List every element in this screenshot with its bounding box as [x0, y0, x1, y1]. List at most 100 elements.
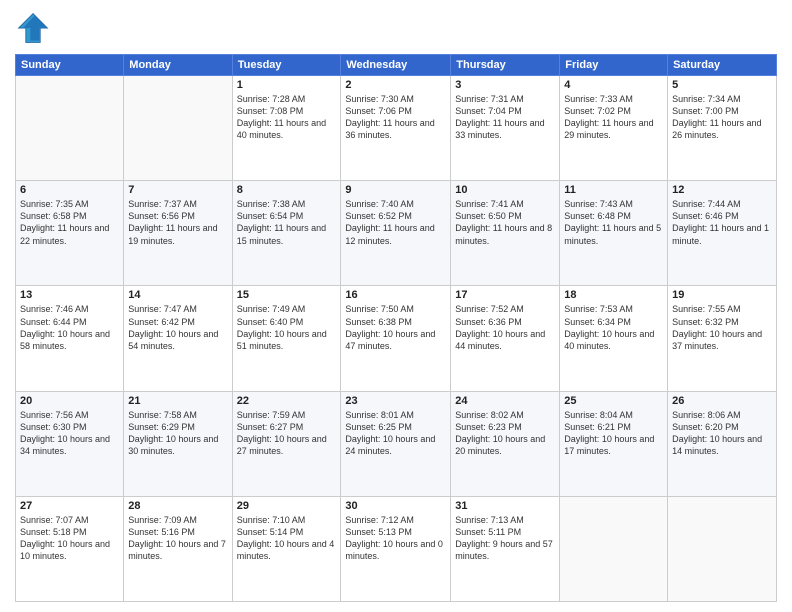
day-number: 11 [564, 184, 663, 196]
day-content: Daylight: 9 hours and 57 minutes. [455, 538, 555, 562]
day-number: 25 [564, 395, 663, 407]
day-content: Sunset: 7:08 PM [237, 105, 337, 117]
day-content: Daylight: 10 hours and 10 minutes. [20, 538, 119, 562]
day-content: Sunset: 6:58 PM [20, 210, 119, 222]
day-content: Sunset: 6:34 PM [564, 316, 663, 328]
day-cell: 17Sunrise: 7:52 AMSunset: 6:36 PMDayligh… [451, 286, 560, 391]
day-content: Daylight: 10 hours and 58 minutes. [20, 328, 119, 352]
day-number: 1 [237, 79, 337, 91]
day-number: 31 [455, 500, 555, 512]
day-content: Daylight: 11 hours and 36 minutes. [345, 117, 446, 141]
day-content: Daylight: 10 hours and 37 minutes. [672, 328, 772, 352]
day-content: Sunrise: 7:28 AM [237, 93, 337, 105]
day-content: Sunrise: 7:43 AM [564, 198, 663, 210]
day-cell: 25Sunrise: 8:04 AMSunset: 6:21 PMDayligh… [560, 391, 668, 496]
day-content: Daylight: 10 hours and 14 minutes. [672, 433, 772, 457]
day-content: Sunset: 6:48 PM [564, 210, 663, 222]
day-content: Sunrise: 7:53 AM [564, 303, 663, 315]
day-content: Sunset: 6:54 PM [237, 210, 337, 222]
day-cell: 31Sunrise: 7:13 AMSunset: 5:11 PMDayligh… [451, 496, 560, 601]
week-row-1: 1 Sunrise: 7:28 AMSunset: 7:08 PM Daylight… [16, 76, 777, 181]
day-cell: 29Sunrise: 7:10 AMSunset: 5:14 PMDayligh… [232, 496, 341, 601]
day-number: 7 [128, 184, 227, 196]
day-content: Sunset: 5:14 PM [237, 526, 337, 538]
col-header-friday: Friday [560, 55, 668, 76]
day-content: Sunset: 5:16 PM [128, 526, 227, 538]
day-content: Sunrise: 7:52 AM [455, 303, 555, 315]
day-content: Sunset: 7:06 PM [345, 105, 446, 117]
day-content: Sunset: 7:04 PM [455, 105, 555, 117]
day-number: 12 [672, 184, 772, 196]
day-content: Daylight: 11 hours and 5 minutes. [564, 222, 663, 246]
col-header-monday: Monday [124, 55, 232, 76]
day-cell: 22Sunrise: 7:59 AMSunset: 6:27 PMDayligh… [232, 391, 341, 496]
day-content: Daylight: 11 hours and 15 minutes. [237, 222, 337, 246]
col-header-wednesday: Wednesday [341, 55, 451, 76]
day-content: Sunrise: 8:06 AM [672, 409, 772, 421]
day-content: Sunrise: 8:01 AM [345, 409, 446, 421]
day-number: 6 [20, 184, 119, 196]
day-cell: 18Sunrise: 7:53 AMSunset: 6:34 PMDayligh… [560, 286, 668, 391]
day-number: 29 [237, 500, 337, 512]
day-content: Sunset: 5:18 PM [20, 526, 119, 538]
week-row-4: 20Sunrise: 7:56 AMSunset: 6:30 PMDayligh… [16, 391, 777, 496]
day-content: Sunrise: 7:13 AM [455, 514, 555, 526]
day-content: Sunrise: 7:56 AM [20, 409, 119, 421]
week-row-3: 13Sunrise: 7:46 AMSunset: 6:44 PMDayligh… [16, 286, 777, 391]
day-content: Sunrise: 7:38 AM [237, 198, 337, 210]
day-number: 9 [345, 184, 446, 196]
day-number: 30 [345, 500, 446, 512]
day-content: Sunrise: 7:58 AM [128, 409, 227, 421]
day-content: Sunrise: 7:44 AM [672, 198, 772, 210]
day-number: 26 [672, 395, 772, 407]
day-number: 15 [237, 289, 337, 301]
day-content: Sunset: 6:38 PM [345, 316, 446, 328]
day-content: Daylight: 10 hours and 17 minutes. [564, 433, 663, 457]
day-cell: 30Sunrise: 7:12 AMSunset: 5:13 PMDayligh… [341, 496, 451, 601]
day-cell: 2Sunrise: 7:30 AMSunset: 7:06 PMDaylight… [341, 76, 451, 181]
day-cell [124, 76, 232, 181]
day-content: Sunrise: 7:41 AM [455, 198, 555, 210]
day-content: Sunrise: 7:07 AM [20, 514, 119, 526]
day-content: Sunrise: 7:40 AM [345, 198, 446, 210]
day-content: Sunrise: 7:50 AM [345, 303, 446, 315]
day-content: Daylight: 11 hours and 1 minute. [672, 222, 772, 246]
day-cell: 9Sunrise: 7:40 AMSunset: 6:52 PMDaylight… [341, 181, 451, 286]
day-content: Sunrise: 7:46 AM [20, 303, 119, 315]
day-cell: 14Sunrise: 7:47 AMSunset: 6:42 PMDayligh… [124, 286, 232, 391]
day-cell: 8Sunrise: 7:38 AMSunset: 6:54 PMDaylight… [232, 181, 341, 286]
day-content: Daylight: 10 hours and 47 minutes. [345, 328, 446, 352]
day-cell: 28Sunrise: 7:09 AMSunset: 5:16 PMDayligh… [124, 496, 232, 601]
calendar-table: SundayMondayTuesdayWednesdayThursdayFrid… [15, 54, 777, 602]
day-cell: 19Sunrise: 7:55 AMSunset: 6:32 PMDayligh… [668, 286, 777, 391]
col-header-saturday: Saturday [668, 55, 777, 76]
col-header-sunday: Sunday [16, 55, 124, 76]
day-content: Sunrise: 7:34 AM [672, 93, 772, 105]
day-cell: 26Sunrise: 8:06 AMSunset: 6:20 PMDayligh… [668, 391, 777, 496]
day-content: Sunset: 7:00 PM [672, 105, 772, 117]
day-number: 19 [672, 289, 772, 301]
logo-icon [15, 10, 51, 46]
day-content: Daylight: 10 hours and 34 minutes. [20, 433, 119, 457]
day-content: Daylight: 11 hours and 12 minutes. [345, 222, 446, 246]
day-number: 27 [20, 500, 119, 512]
day-number: 20 [20, 395, 119, 407]
day-content: Sunset: 6:42 PM [128, 316, 227, 328]
day-content: Sunset: 6:21 PM [564, 421, 663, 433]
day-cell: 5Sunrise: 7:34 AMSunset: 7:00 PMDaylight… [668, 76, 777, 181]
day-number: 28 [128, 500, 227, 512]
day-cell: 23Sunrise: 8:01 AMSunset: 6:25 PMDayligh… [341, 391, 451, 496]
day-content: Daylight: 10 hours and 51 minutes. [237, 328, 337, 352]
day-number: 23 [345, 395, 446, 407]
col-header-thursday: Thursday [451, 55, 560, 76]
day-cell [668, 496, 777, 601]
day-number: 14 [128, 289, 227, 301]
day-content: Daylight: 11 hours and 22 minutes. [20, 222, 119, 246]
day-content: Sunset: 6:44 PM [20, 316, 119, 328]
day-content: Daylight: 10 hours and 54 minutes. [128, 328, 227, 352]
day-number: 22 [237, 395, 337, 407]
day-content: Daylight: 10 hours and 7 minutes. [128, 538, 227, 562]
day-number: 16 [345, 289, 446, 301]
day-content: Daylight: 11 hours and 19 minutes. [128, 222, 227, 246]
day-content: Sunrise: 8:02 AM [455, 409, 555, 421]
